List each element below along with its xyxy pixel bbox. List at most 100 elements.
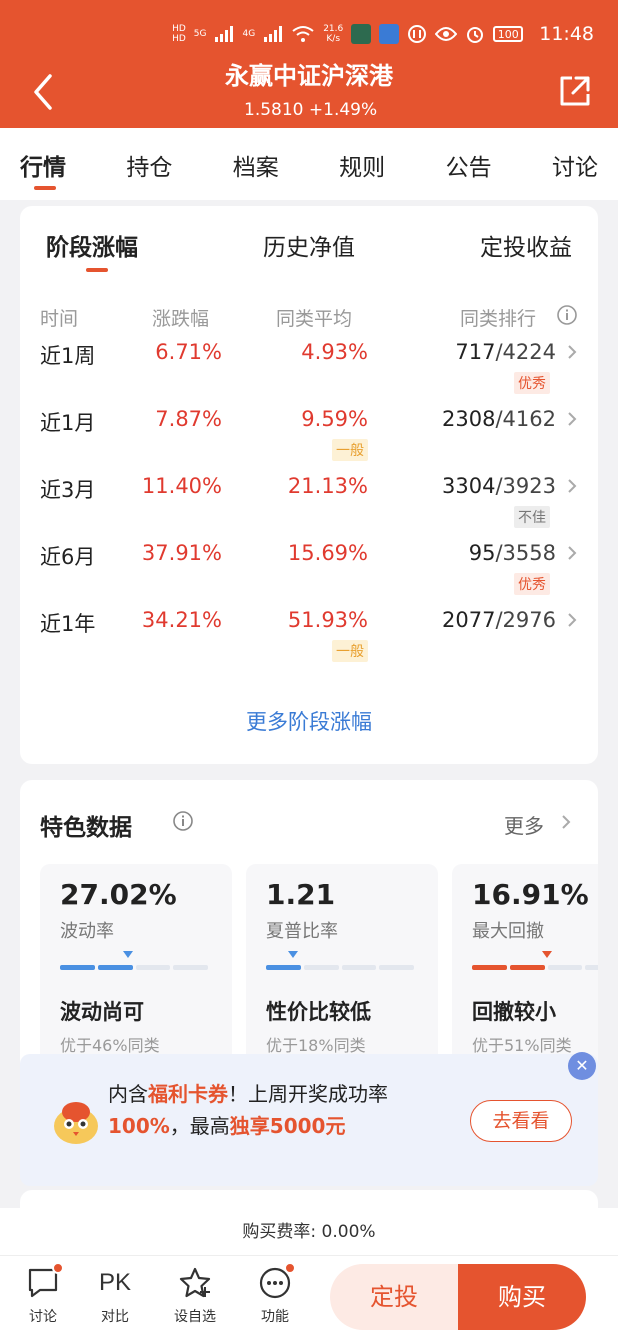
- promo-line-2: 100%，最高独享5000元: [108, 1114, 346, 1138]
- level-marker-icon: [123, 951, 133, 958]
- signal-icon-2: [264, 26, 283, 42]
- metric-card[interactable]: 1.21 夏普比率 性价比较低 优于18%同类: [246, 864, 438, 1080]
- rank-badge: 一般: [332, 640, 368, 662]
- close-icon[interactable]: ✕: [568, 1052, 596, 1080]
- table-row[interactable]: 近1月 7.87% 9.59% 2308/4162 一般: [40, 407, 578, 467]
- nav-compare-label: 对比: [101, 1309, 129, 1325]
- bar-segment: [585, 965, 598, 970]
- subtab-dca-returns[interactable]: 定投收益: [480, 228, 572, 262]
- app-notification-icon: [351, 24, 372, 44]
- row-rank: 95/3558: [468, 541, 556, 565]
- row-rank: 2077/2976: [442, 608, 556, 632]
- row-period: 近1月: [40, 411, 96, 435]
- more-period-returns-link[interactable]: 更多阶段涨幅: [20, 706, 598, 736]
- bar-segment: [303, 965, 339, 970]
- nav-functions[interactable]: 功能: [240, 1262, 310, 1326]
- chevron-right-icon: [568, 345, 577, 359]
- row-change: 37.91%: [141, 541, 222, 565]
- row-average: 51.93%: [287, 608, 368, 632]
- table-row[interactable]: 近1年 34.21% 51.93% 2077/2976 一般: [40, 608, 578, 668]
- rank-badge: 优秀: [514, 372, 550, 394]
- tab-profile[interactable]: 档案: [233, 128, 279, 200]
- tab-rules[interactable]: 规则: [339, 128, 385, 200]
- network-4g: 4G: [242, 29, 256, 39]
- metric-label: 夏普比率: [266, 921, 338, 942]
- returns-subtabs: 阶段涨幅 历史净值 定投收益: [20, 206, 598, 272]
- promo-banner[interactable]: 内含福利卡券！上周开奖成功率 100%，最高独享5000元 去看看 ✕: [20, 1052, 598, 1186]
- notification-dot: [52, 1262, 64, 1274]
- table-header: 时间 涨跌幅 同类平均 同类排行: [40, 304, 578, 330]
- chevron-right-icon: [568, 412, 577, 426]
- metric-percentile: 优于18%同类: [266, 1036, 366, 1055]
- row-period: 近1年: [40, 612, 96, 636]
- metric-card[interactable]: 27.02% 波动率 波动尚可 优于46%同类: [40, 864, 232, 1080]
- purchase-fee: 购买费率: 0.00%: [0, 1208, 618, 1256]
- col-change: 涨跌幅: [152, 308, 210, 330]
- promo-line-1: 内含福利卡券！上周开奖成功率: [108, 1082, 388, 1106]
- level-marker-icon: [288, 951, 298, 958]
- metric-level-bar: [472, 951, 598, 970]
- chevron-right-icon: [568, 479, 577, 493]
- period-returns-card: 阶段涨幅 历史净值 定投收益 时间 涨跌幅 同类平均 同类排行 近1周 6.71%…: [20, 206, 598, 764]
- row-period: 近6月: [40, 545, 96, 569]
- bottom-action-bar: 讨论 PK 对比 设自选 功能 定投 购买: [0, 1256, 618, 1338]
- clock: 11:48: [539, 23, 594, 45]
- dca-button[interactable]: 定投: [330, 1264, 458, 1330]
- nav-discussion-label: 讨论: [29, 1309, 57, 1325]
- tab-discussion[interactable]: 讨论: [552, 128, 598, 200]
- signal-icon: [215, 26, 234, 42]
- row-rank: 2308/4162: [442, 407, 556, 431]
- bar-segment: [341, 965, 377, 970]
- nfc-icon: [408, 25, 427, 43]
- row-rank: 3304/3923: [442, 474, 556, 498]
- rank-badge: 不佳: [514, 506, 550, 528]
- bar-segment: [97, 965, 133, 970]
- pk-icon: PK: [98, 1269, 131, 1296]
- chat-icon: [26, 1262, 64, 1300]
- info-icon[interactable]: [172, 810, 194, 832]
- network-5g: 5G: [193, 29, 207, 39]
- feature-data-title: 特色数据: [40, 815, 132, 841]
- nav-discussion[interactable]: 讨论: [8, 1262, 78, 1326]
- feature-more-link[interactable]: 更多: [504, 810, 544, 839]
- table-row[interactable]: 近3月 11.40% 21.13% 3304/3923 不佳: [40, 474, 578, 534]
- share-icon[interactable]: [558, 74, 592, 108]
- row-rank: 717/4224: [455, 340, 556, 364]
- tab-market[interactable]: 行情: [20, 128, 66, 200]
- bar-segment: [379, 965, 414, 970]
- row-change: 7.87%: [155, 407, 222, 431]
- table-row[interactable]: 近1周 6.71% 4.93% 717/4224 优秀: [40, 340, 578, 400]
- wifi-icon: [292, 26, 314, 42]
- metric-card[interactable]: 16.91% 最大回撤 回撤较小 优于51%同类: [452, 864, 598, 1080]
- nav-watchlist[interactable]: 设自选: [160, 1266, 230, 1326]
- metric-description: 波动尚可: [60, 1000, 144, 1024]
- app-header: HD HD 5G 4G 21.6 K/s 100 11:48 永赢中证沪深港 1.5…: [0, 0, 618, 128]
- bar-segment: [547, 965, 583, 970]
- tab-holdings[interactable]: 持仓: [126, 128, 172, 200]
- bar-segment: [135, 965, 171, 970]
- nav-compare[interactable]: PK 对比: [80, 1266, 150, 1326]
- more-icon: [258, 1262, 296, 1300]
- next-card-edge: [20, 1190, 598, 1210]
- col-period: 时间: [40, 308, 79, 330]
- chevron-right-icon: [568, 613, 577, 627]
- rank-badge: 一般: [332, 439, 368, 461]
- info-icon[interactable]: [556, 304, 578, 326]
- metric-value: 16.91%: [472, 878, 589, 911]
- subtab-period-returns[interactable]: 阶段涨幅: [46, 228, 138, 272]
- app-notification-icon-2: [379, 24, 400, 44]
- mascot-icon: [54, 1102, 98, 1144]
- row-change: 6.71%: [155, 340, 222, 364]
- subtab-nav-history[interactable]: 历史净值: [263, 228, 355, 262]
- eye-icon: [435, 27, 458, 41]
- buy-button[interactable]: 购买: [458, 1264, 586, 1330]
- chevron-right-icon: [568, 546, 577, 560]
- table-row[interactable]: 近6月 37.91% 15.69% 95/3558 优秀: [40, 541, 578, 601]
- main-tabs: 行情 持仓 档案 规则 公告 讨论: [0, 128, 618, 200]
- bar-segment: [266, 965, 301, 970]
- bar-segment: [509, 965, 545, 970]
- tab-announcements[interactable]: 公告: [446, 128, 492, 200]
- feature-data-card: 特色数据 更多 27.02% 波动率 波动尚可 优于46%同类 1.21 夏普比率 性价比较…: [20, 780, 598, 1080]
- promo-go-button[interactable]: 去看看: [470, 1100, 572, 1142]
- chevron-right-icon: [562, 815, 571, 829]
